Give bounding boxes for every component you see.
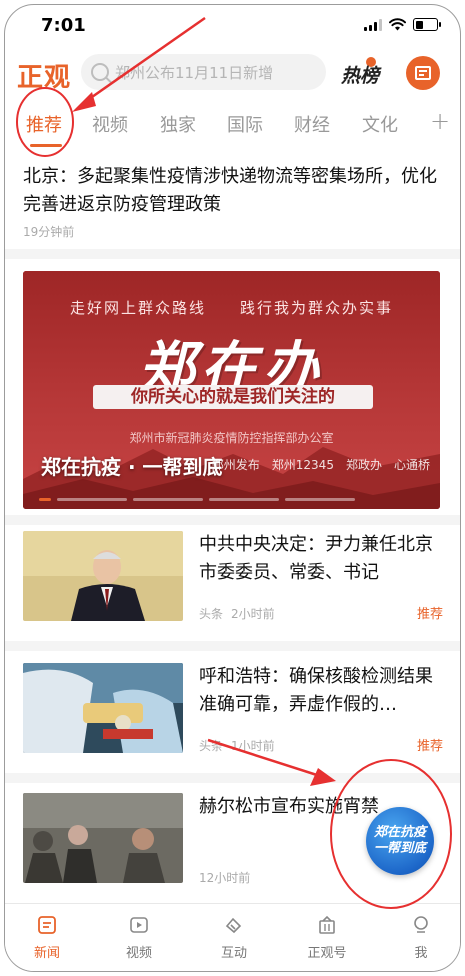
- news-tag: 推荐: [416, 739, 443, 754]
- app-header: 正观 郑州公布11月11日新增 热榜: [5, 49, 460, 95]
- news-title: 呼和浩特：确保核酸检测结果准确可靠，弄虚作假的…: [199, 666, 433, 715]
- banner-ribbon: 你所关心的就是我们关注的: [93, 385, 373, 409]
- app-logo: 正观: [17, 63, 72, 93]
- floating-campaign-badge[interactable]: 郑在抗疫 一帮到底: [366, 807, 434, 875]
- top-story-title: 北京：多起聚集性疫情涉快递物流等密集场所，优化完善进返京防疫管理政策: [23, 166, 437, 215]
- bottom-tab-label: 互动: [220, 946, 247, 961]
- hot-rank-button[interactable]: 热榜: [339, 57, 387, 87]
- top-story-time: 19分钟前: [23, 225, 75, 239]
- tab-international[interactable]: 国际: [227, 111, 263, 137]
- divider: [5, 773, 460, 783]
- battery-icon: [413, 18, 441, 31]
- badge-line1: 郑在抗疫: [373, 825, 426, 840]
- search-icon: [91, 63, 109, 81]
- banner-partner-logos: 郑州发布 郑州12345 郑政办 心通桥: [212, 456, 430, 473]
- newspaper-icon: [415, 66, 431, 80]
- hot-rank-label: 热榜: [341, 65, 380, 87]
- banner-org: 郑州市新冠肺炎疫情防控指挥部办公室: [129, 431, 334, 445]
- news-time: 12小时前: [199, 871, 251, 885]
- tab-exclusive[interactable]: 独家: [160, 111, 196, 137]
- bottom-tab-video[interactable]: 视频: [109, 914, 169, 961]
- tab-video[interactable]: 视频: [92, 111, 128, 137]
- news-item[interactable]: 呼和浩特：确保核酸检测结果准确可靠，弄虚作假的… 头条 1小时前 推荐: [23, 663, 443, 759]
- interact-icon: [225, 917, 242, 934]
- partner-logo: 郑州12345: [271, 458, 334, 472]
- tab-recommend[interactable]: 推荐: [26, 111, 62, 137]
- bottom-tab-label: 正观号: [307, 946, 347, 961]
- news-item[interactable]: 中共中央决定：尹力兼任北京市委委员、常委、书记 头条 2小时前 推荐: [23, 531, 443, 627]
- banner-slogan: 走好网上群众路线 践行我为群众办实事: [69, 299, 393, 317]
- divider: [5, 641, 460, 651]
- news-source: 头条: [199, 607, 224, 621]
- bottom-tab-me[interactable]: 我: [391, 914, 451, 961]
- wifi-icon: [389, 18, 406, 31]
- newspaper-button[interactable]: [406, 56, 440, 90]
- partner-logo: 心通桥: [393, 458, 430, 472]
- phone-screen: 7:01 正观 郑州公布11月11日新增 热榜 推荐 视频 独家 国际 财经 文…: [4, 4, 461, 972]
- partner-logo: 郑政办: [345, 458, 382, 472]
- signal-icon: [364, 18, 382, 31]
- bottom-tab-label: 我: [414, 946, 428, 961]
- news-thumbnail: [23, 531, 183, 621]
- divider: [5, 249, 460, 259]
- news-thumbnail: [23, 793, 183, 883]
- news-icon: [38, 916, 56, 934]
- search-placeholder: 郑州公布11月11日新增: [115, 63, 274, 82]
- bottom-tab-label: 新闻: [33, 946, 60, 961]
- channel-tabs: 推荐 视频 独家 国际 财经 文化 +: [5, 101, 460, 151]
- divider: [5, 515, 460, 525]
- news-thumbnail: [23, 663, 183, 753]
- news-meta: 12小时前: [199, 869, 250, 886]
- carousel-indicators: [39, 498, 355, 501]
- bottom-tab-label: 视频: [125, 946, 152, 961]
- tab-culture[interactable]: 文化: [362, 111, 398, 137]
- news-meta: 头条 1小时前: [199, 737, 275, 754]
- status-bar: 7:01: [5, 5, 460, 45]
- status-time: 7:01: [41, 15, 86, 36]
- news-source: 头条: [199, 739, 224, 753]
- top-story[interactable]: 北京：多起聚集性疫情涉快递物流等密集场所，优化完善进返京防疫管理政策 19分钟前: [5, 155, 460, 247]
- bottom-tab-account[interactable]: 正观号: [297, 914, 357, 961]
- badge-line2: 一帮到底: [373, 841, 426, 856]
- bottom-tab-bar: 新闻 视频 互动 正观号 我: [5, 903, 460, 971]
- status-icons: [364, 18, 441, 31]
- news-time: 1小时前: [231, 739, 275, 753]
- me-icon: [414, 916, 428, 933]
- video-icon: [130, 917, 148, 933]
- bottom-tab-news[interactable]: 新闻: [17, 914, 77, 961]
- banner-carousel[interactable]: 走好网上群众路线 践行我为群众办实事 郑在办 你所关心的就是我们关注的 郑州市新…: [23, 271, 440, 509]
- add-channel-button[interactable]: +: [430, 107, 450, 135]
- search-input[interactable]: 郑州公布11月11日新增: [81, 54, 326, 90]
- banner-caption: 郑在抗疫 · 一帮到底: [41, 455, 223, 479]
- news-tag: 推荐: [416, 607, 443, 622]
- tab-active-indicator: [30, 144, 62, 147]
- bottom-tab-interact[interactable]: 互动: [204, 914, 264, 961]
- news-meta: 头条 2小时前: [199, 605, 275, 622]
- news-title: 中共中央决定：尹力兼任北京市委委员、常委、书记: [199, 534, 433, 583]
- partner-logo: 郑州发布: [211, 458, 260, 472]
- account-icon: [319, 915, 335, 934]
- tab-finance[interactable]: 财经: [294, 111, 330, 137]
- news-time: 2小时前: [231, 607, 275, 621]
